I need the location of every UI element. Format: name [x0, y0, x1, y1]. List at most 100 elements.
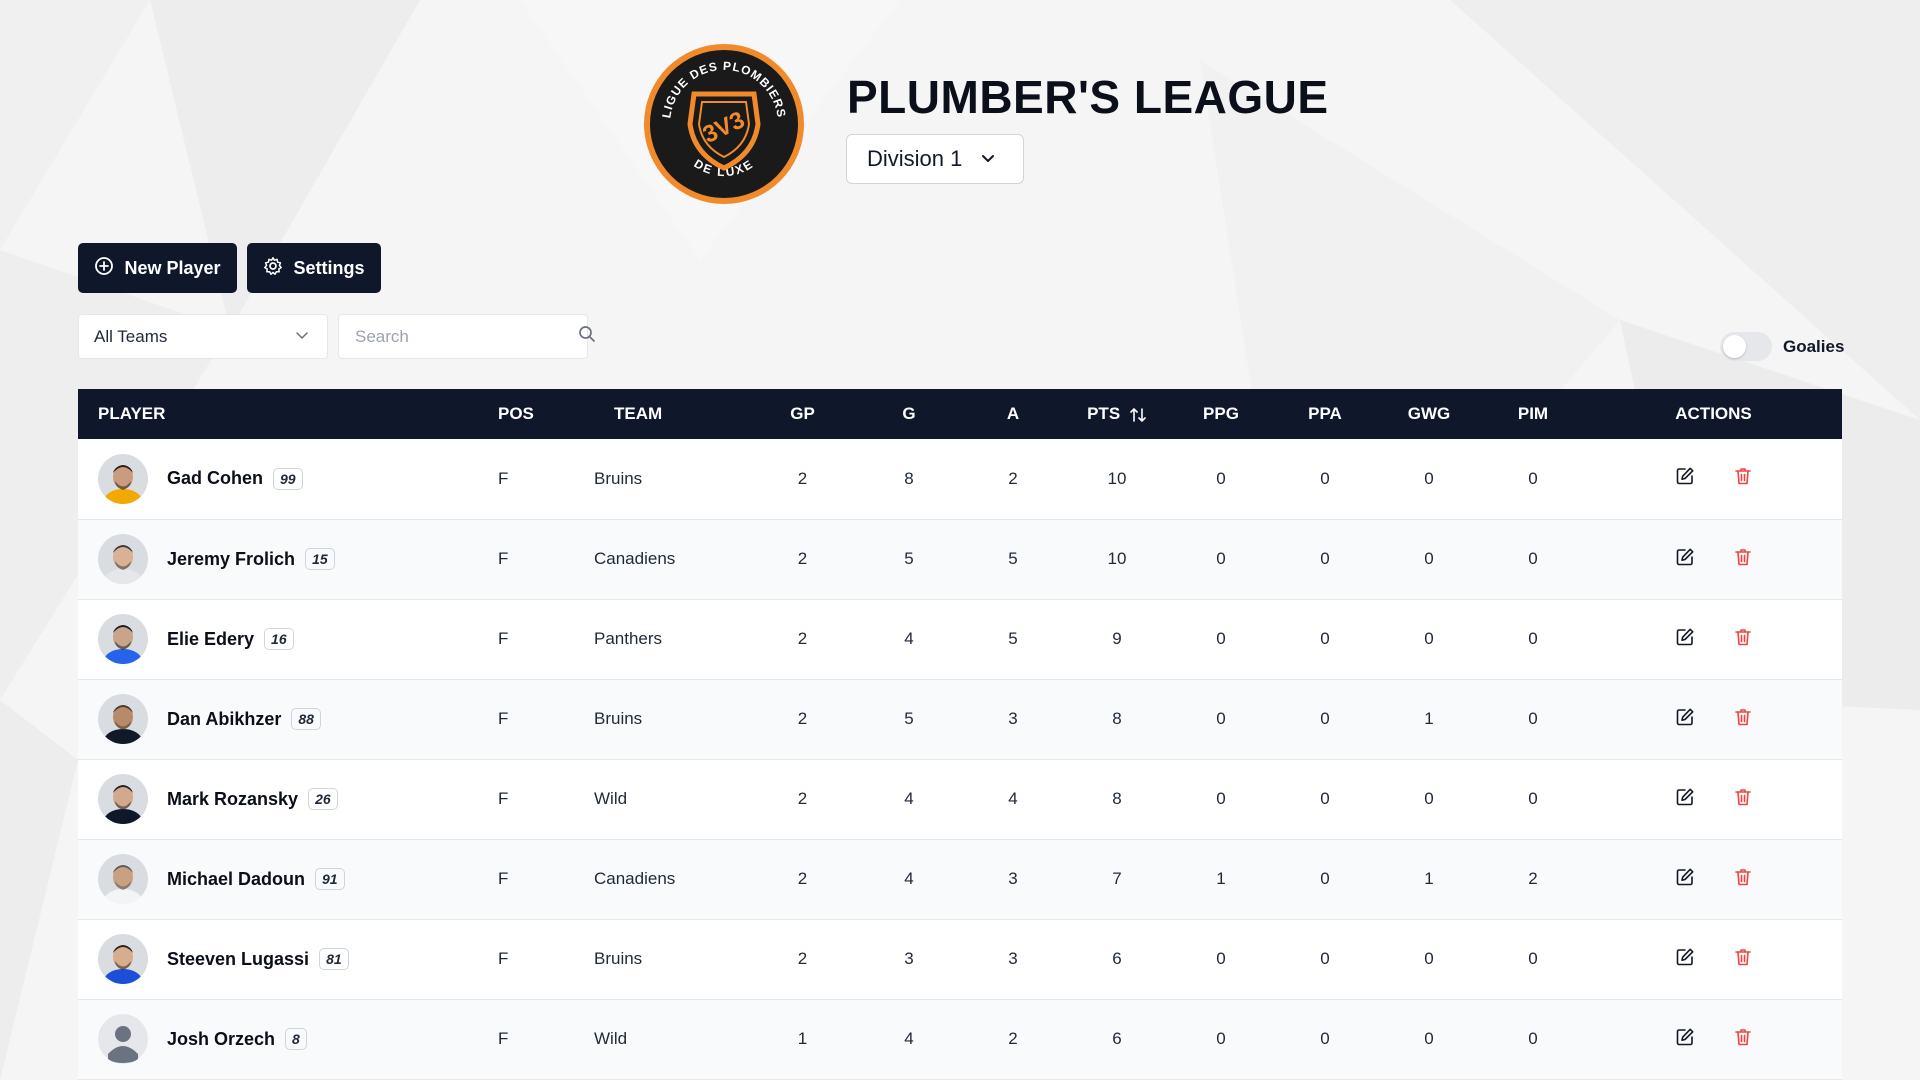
player-name[interactable]: Elie Edery [167, 629, 254, 650]
new-player-button[interactable]: New Player [78, 243, 237, 293]
team-cell: Wild [594, 789, 628, 808]
player-name[interactable]: Dan Abikhzer [167, 709, 281, 730]
col-header-gwg[interactable]: GWG [1377, 389, 1481, 439]
trash-icon[interactable] [1733, 466, 1753, 491]
edit-icon[interactable] [1675, 1027, 1695, 1052]
col-header-gp[interactable]: GP [748, 389, 857, 439]
a-cell: 3 [1008, 949, 1018, 968]
player-name[interactable]: Mark Rozansky [167, 789, 298, 810]
avatar [98, 534, 148, 584]
col-header-pos[interactable]: POS [478, 389, 578, 439]
avatar [98, 774, 148, 824]
ppa-cell: 0 [1320, 869, 1330, 888]
gwg-cell: 0 [1424, 468, 1434, 488]
col-header-ppg[interactable]: PPG [1169, 389, 1273, 439]
pos-cell: F [498, 549, 509, 568]
jersey-number-badge: 26 [308, 788, 338, 810]
ppg-cell: 0 [1216, 789, 1226, 808]
edit-icon[interactable] [1675, 947, 1695, 972]
trash-icon[interactable] [1733, 1027, 1753, 1052]
edit-icon[interactable] [1675, 627, 1695, 652]
avatar [98, 453, 148, 504]
actions-cell [1585, 919, 1842, 999]
pim-cell: 0 [1528, 549, 1538, 568]
player-photo [98, 774, 148, 824]
pos-cell: F [498, 709, 509, 728]
pts-cell: 10 [1107, 549, 1127, 568]
trash-icon[interactable] [1733, 867, 1753, 892]
col-header-pim[interactable]: PIM [1481, 389, 1585, 439]
trash-icon[interactable] [1733, 707, 1753, 732]
col-header-actions: ACTIONS [1675, 404, 1752, 423]
jersey-number-badge: 99 [273, 467, 303, 490]
pim-cell: 0 [1528, 1029, 1538, 1048]
toggle-knob [1723, 335, 1746, 358]
player-name[interactable]: Steeven Lugassi [167, 949, 309, 970]
ppg-cell: 0 [1216, 549, 1226, 568]
trash-icon[interactable] [1733, 627, 1753, 652]
col-header-g[interactable]: G [857, 389, 961, 439]
col-header-pts[interactable]: PTS [1065, 389, 1169, 439]
table-row[interactable]: Mark Rozansky 26 F Wild 2 4 4 8 0 0 0 0 [78, 759, 1842, 839]
pts-cell: 10 [1107, 468, 1127, 488]
jersey-number-badge: 88 [291, 708, 321, 730]
gwg-cell: 0 [1424, 549, 1434, 568]
jersey-number-badge: 8 [285, 1028, 307, 1050]
settings-button[interactable]: Settings [247, 243, 381, 293]
gwg-cell: 0 [1424, 1029, 1434, 1048]
edit-icon[interactable] [1675, 787, 1695, 812]
pos-cell: F [498, 468, 509, 488]
pos-cell: F [498, 949, 509, 968]
trash-icon[interactable] [1733, 787, 1753, 812]
a-cell: 5 [1008, 629, 1018, 648]
search-icon[interactable] [578, 325, 596, 348]
division-select[interactable]: Division 1 [846, 134, 1024, 184]
team-cell: Bruins [594, 949, 643, 968]
page-title: PLUMBER'S LEAGUE [847, 71, 1329, 123]
edit-icon[interactable] [1675, 867, 1695, 892]
trash-icon[interactable] [1733, 947, 1753, 972]
league-logo: LIGUE DES PLOMBIERS DE LUXE 3V3 [644, 44, 804, 204]
table-row[interactable]: Dan Abikhzer 88 F Bruins 2 5 3 8 0 0 1 0 [78, 679, 1842, 759]
col-header-team[interactable]: TEAM [578, 389, 748, 439]
a-cell: 2 [1008, 1029, 1018, 1048]
edit-icon[interactable] [1675, 707, 1695, 732]
settings-label: Settings [293, 257, 365, 278]
ppa-cell: 0 [1320, 468, 1330, 488]
ppa-cell: 0 [1320, 549, 1330, 568]
goalies-toggle[interactable] [1720, 332, 1772, 361]
gp-cell: 2 [797, 629, 808, 648]
table-row[interactable]: Elie Edery 16 F Panthers 2 4 5 9 0 0 0 0 [78, 599, 1842, 679]
team-cell: Bruins [594, 468, 643, 488]
table-row[interactable]: Jeremy Frolich 15 F Canadiens 2 5 5 10 0… [78, 519, 1842, 599]
player-name[interactable]: Michael Dadoun [167, 869, 305, 890]
pts-cell: 9 [1112, 629, 1122, 648]
table-row[interactable]: Josh Orzech 8 F Wild 1 4 2 6 0 0 0 0 [78, 999, 1842, 1079]
a-cell: 2 [1008, 468, 1018, 488]
ppg-cell: 0 [1216, 949, 1226, 968]
search-input[interactable] [353, 325, 578, 348]
actions-cell [1585, 839, 1842, 919]
g-cell: 8 [904, 468, 914, 488]
edit-icon[interactable] [1675, 466, 1695, 491]
team-filter-select[interactable]: All Teams [78, 314, 328, 359]
col-header-a[interactable]: A [961, 389, 1065, 439]
col-header-ppa[interactable]: PPA [1273, 389, 1377, 439]
player-name[interactable]: Josh Orzech [167, 1029, 275, 1050]
table-row[interactable]: Michael Dadoun 91 F Canadiens 2 4 3 7 1 … [78, 839, 1842, 919]
table-row[interactable]: Steeven Lugassi 81 F Bruins 2 3 3 6 0 0 … [78, 919, 1842, 999]
player-name[interactable]: Gad Cohen [167, 468, 263, 489]
player-cell: Dan Abikhzer 88 [78, 679, 478, 759]
pim-cell: 2 [1528, 869, 1538, 888]
player-photo [98, 614, 148, 664]
col-header-player[interactable]: PLAYER [78, 389, 478, 439]
table-row[interactable]: Gad Cohen 99 F Bruins 2 8 2 10 0 0 0 0 [78, 439, 1842, 519]
pos-cell: F [498, 789, 509, 808]
trash-icon[interactable] [1733, 547, 1753, 572]
player-name[interactable]: Jeremy Frolich [167, 549, 295, 570]
gp-cell: 2 [797, 869, 808, 888]
pim-cell: 0 [1528, 949, 1538, 968]
search-field[interactable] [338, 314, 595, 359]
ppg-cell: 0 [1216, 709, 1226, 728]
edit-icon[interactable] [1675, 547, 1695, 572]
